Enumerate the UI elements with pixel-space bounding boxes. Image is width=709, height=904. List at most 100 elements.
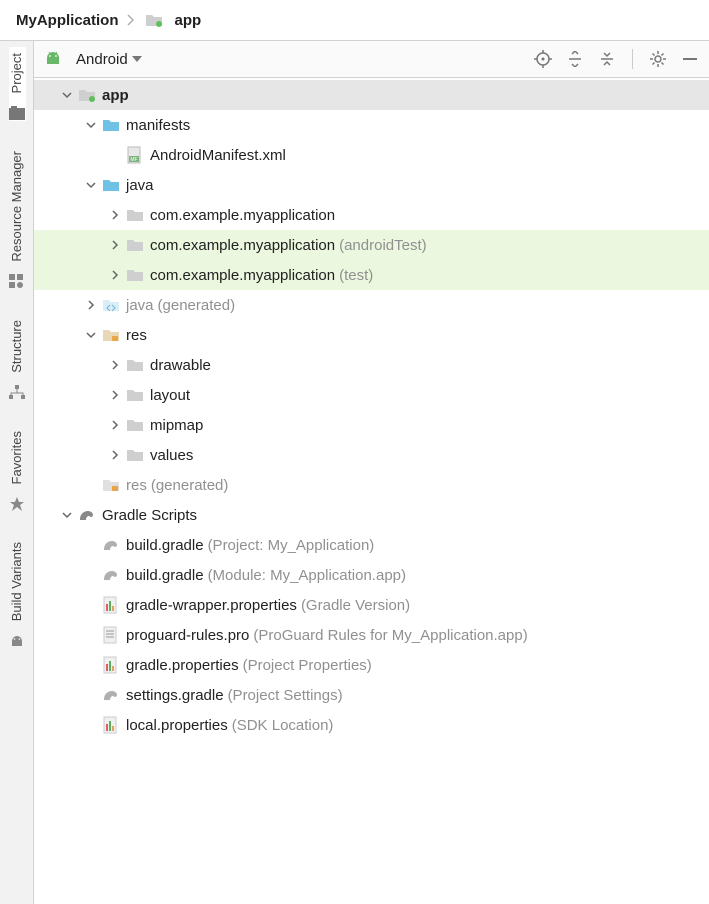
project-tab-icon bbox=[9, 105, 25, 121]
tree-node-gradle-properties[interactable]: gradle.properties (Project Properties) bbox=[34, 650, 709, 680]
breadcrumb-child[interactable]: app bbox=[139, 11, 206, 29]
text-file-icon bbox=[102, 626, 120, 644]
chevron-right-icon[interactable] bbox=[106, 266, 124, 284]
tree-node-manifests[interactable]: manifests bbox=[34, 110, 709, 140]
tree-node-local-properties[interactable]: local.properties (SDK Location) bbox=[34, 710, 709, 740]
project-view-selector[interactable]: Android bbox=[76, 51, 142, 68]
tree-node-settings-gradle[interactable]: settings.gradle (Project Settings) bbox=[34, 680, 709, 710]
select-opened-file-button[interactable] bbox=[532, 48, 554, 70]
tree-node-label: layout bbox=[150, 387, 190, 404]
tree-node-app[interactable]: app bbox=[34, 80, 709, 110]
header-separator bbox=[632, 49, 633, 69]
tree-node-mipmap[interactable]: mipmap bbox=[34, 410, 709, 440]
breadcrumb-separator-icon bbox=[123, 13, 139, 27]
tree-node-suffix: (generated) bbox=[151, 477, 229, 494]
tree-node-suffix: (generated) bbox=[158, 297, 236, 314]
properties-file-icon bbox=[102, 596, 120, 614]
tool-tab-favorites[interactable]: Favorites bbox=[9, 425, 25, 512]
tree-node-java-generated[interactable]: java (generated) bbox=[34, 290, 709, 320]
tool-tab-structure-label: Structure bbox=[9, 314, 24, 379]
tree-node-android-manifest[interactable]: MF AndroidManifest.xml bbox=[34, 140, 709, 170]
breadcrumb-child-label: app bbox=[175, 12, 202, 29]
tool-tab-build-variants[interactable]: Build Variants bbox=[9, 536, 25, 649]
package-icon bbox=[126, 236, 144, 254]
tree-node-package-test[interactable]: com.example.myapplication (test) bbox=[34, 260, 709, 290]
tree-node-package-androidtest[interactable]: com.example.myapplication (androidTest) bbox=[34, 230, 709, 260]
tool-tab-structure[interactable]: Structure bbox=[9, 314, 25, 401]
tree-node-label: com.example.myapplication bbox=[150, 237, 335, 254]
tree-node-label: settings.gradle bbox=[126, 687, 224, 704]
gradle-file-icon bbox=[102, 536, 120, 554]
tree-node-label: com.example.myapplication bbox=[150, 267, 335, 284]
structure-icon bbox=[9, 385, 25, 401]
hide-panel-button[interactable] bbox=[679, 48, 701, 70]
tree-node-layout[interactable]: layout bbox=[34, 380, 709, 410]
folder-icon bbox=[102, 116, 120, 134]
tree-node-suffix: (Project Properties) bbox=[243, 657, 372, 674]
tree-node-proguard-rules[interactable]: proguard-rules.pro (ProGuard Rules for M… bbox=[34, 620, 709, 650]
chevron-right-icon[interactable] bbox=[106, 356, 124, 374]
dropdown-triangle-icon bbox=[132, 56, 142, 62]
resource-folder-icon bbox=[102, 476, 120, 494]
collapse-all-button[interactable] bbox=[596, 48, 618, 70]
tree-node-suffix: (test) bbox=[339, 267, 373, 284]
settings-button[interactable] bbox=[647, 48, 669, 70]
chevron-right-icon[interactable] bbox=[106, 416, 124, 434]
properties-file-icon bbox=[102, 656, 120, 674]
tool-tab-project-label: Project bbox=[9, 47, 24, 99]
chevron-right-icon[interactable] bbox=[106, 386, 124, 404]
tree-node-build-gradle-project[interactable]: build.gradle (Project: My_Application) bbox=[34, 530, 709, 560]
tree-node-label: res bbox=[126, 327, 147, 344]
tree-node-build-gradle-module[interactable]: build.gradle (Module: My_Application.app… bbox=[34, 560, 709, 590]
tree-node-package-main[interactable]: com.example.myapplication bbox=[34, 200, 709, 230]
resource-folder-icon bbox=[102, 326, 120, 344]
breadcrumb-root[interactable]: MyApplication bbox=[12, 12, 123, 29]
chevron-down-icon[interactable] bbox=[58, 86, 76, 104]
tree-node-label: build.gradle bbox=[126, 567, 204, 584]
tree-node-res-generated[interactable]: res (generated) bbox=[34, 470, 709, 500]
chevron-right-icon[interactable] bbox=[106, 446, 124, 464]
tree-node-values[interactable]: values bbox=[34, 440, 709, 470]
package-icon bbox=[126, 446, 144, 464]
tree-node-suffix: (androidTest) bbox=[339, 237, 427, 254]
tree-node-suffix: (ProGuard Rules for My_Application.app) bbox=[253, 627, 527, 644]
chevron-right-icon[interactable] bbox=[106, 206, 124, 224]
chevron-right-icon[interactable] bbox=[106, 236, 124, 254]
tree-node-gradle-scripts[interactable]: Gradle Scripts bbox=[34, 500, 709, 530]
package-icon bbox=[126, 266, 144, 284]
tree-node-label: app bbox=[102, 87, 129, 104]
tree-node-suffix: (Gradle Version) bbox=[301, 597, 410, 614]
chevron-down-icon[interactable] bbox=[58, 506, 76, 524]
tool-tab-project[interactable]: Project bbox=[9, 47, 25, 121]
tree-node-res[interactable]: res bbox=[34, 320, 709, 350]
tree-node-suffix: (Project Settings) bbox=[228, 687, 343, 704]
tree-node-label: java bbox=[126, 297, 154, 314]
tree-node-suffix: (Project: My_Application) bbox=[208, 537, 375, 554]
tree-node-drawable[interactable]: drawable bbox=[34, 350, 709, 380]
gradle-file-icon bbox=[102, 686, 120, 704]
project-tree[interactable]: app manifests MF AndroidManifest.xml jav… bbox=[34, 78, 709, 904]
chevron-right-icon[interactable] bbox=[82, 296, 100, 314]
tree-node-label: gradle.properties bbox=[126, 657, 239, 674]
project-view-label: Android bbox=[76, 51, 128, 68]
tree-node-label: manifests bbox=[126, 117, 190, 134]
resource-manager-icon bbox=[9, 274, 25, 290]
chevron-down-icon[interactable] bbox=[82, 176, 100, 194]
tree-node-label: drawable bbox=[150, 357, 211, 374]
project-panel-header: Android bbox=[34, 41, 709, 78]
tree-node-label: local.properties bbox=[126, 717, 228, 734]
tree-node-java[interactable]: java bbox=[34, 170, 709, 200]
folder-icon bbox=[102, 176, 120, 194]
tool-tab-resource-manager[interactable]: Resource Manager bbox=[9, 145, 25, 290]
tree-node-gradle-wrapper-properties[interactable]: gradle-wrapper.properties (Gradle Versio… bbox=[34, 590, 709, 620]
chevron-down-icon[interactable] bbox=[82, 116, 100, 134]
expand-all-button[interactable] bbox=[564, 48, 586, 70]
gradle-file-icon bbox=[102, 566, 120, 584]
chevron-down-icon[interactable] bbox=[82, 326, 100, 344]
generated-folder-icon bbox=[102, 296, 120, 314]
tree-node-label: proguard-rules.pro bbox=[126, 627, 249, 644]
svg-text:MF: MF bbox=[130, 157, 137, 163]
module-folder-icon bbox=[78, 86, 96, 104]
breadcrumb-root-label: MyApplication bbox=[16, 12, 119, 29]
tree-node-suffix: (SDK Location) bbox=[232, 717, 334, 734]
